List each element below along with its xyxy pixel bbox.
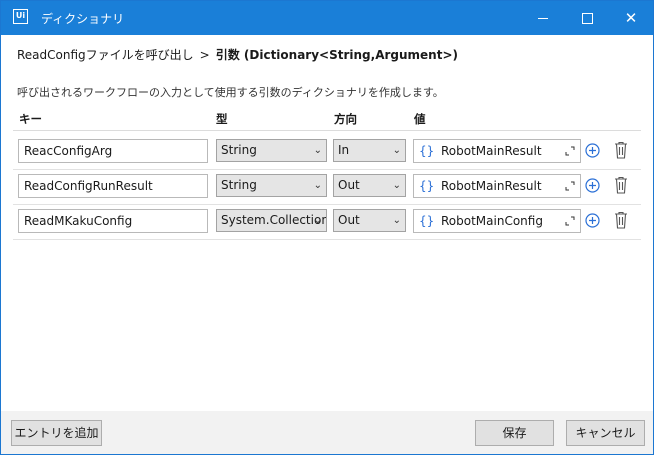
argument-direction-value: In: [338, 143, 350, 157]
argument-name-input[interactable]: ReacConfigArg: [18, 139, 208, 163]
argument-value-text: RobotMainResult: [441, 179, 542, 193]
argument-direction-value: Out: [338, 178, 360, 192]
add-value-icon[interactable]: [585, 143, 600, 158]
argument-type-value: String: [221, 178, 257, 192]
argument-type-value: String: [221, 143, 257, 157]
argument-value-text: RobotMainConfig: [441, 214, 543, 228]
breadcrumb-parent[interactable]: ReadConfigファイルを呼び出し: [17, 48, 194, 62]
column-header-type: 型: [216, 112, 228, 126]
minimize-button[interactable]: [521, 1, 565, 35]
argument-value-input[interactable]: {} RobotMainResult: [413, 139, 581, 163]
minimize-icon: [538, 17, 548, 19]
chevron-down-icon: ⌄: [313, 215, 322, 226]
argument-value-input[interactable]: {} RobotMainConfig: [413, 209, 581, 233]
chevron-down-icon: ⌄: [392, 215, 401, 226]
add-value-icon[interactable]: [585, 213, 600, 228]
close-icon: ✕: [624, 8, 638, 27]
window-title: ディクショナリ: [41, 12, 125, 26]
add-value-icon[interactable]: [585, 178, 600, 193]
argument-type-value: System.Collection: [221, 213, 327, 227]
close-button[interactable]: ✕: [609, 1, 653, 35]
header-divider: [13, 130, 641, 131]
argument-direction-select[interactable]: Out ⌄: [333, 209, 406, 232]
chevron-down-icon: ⌄: [313, 180, 322, 191]
expand-editor-icon[interactable]: [565, 216, 575, 226]
expand-editor-icon[interactable]: [565, 181, 575, 191]
expand-editor-icon[interactable]: [565, 146, 575, 156]
title-bar: Ui ディクショナリ ✕: [1, 1, 653, 35]
trash-icon[interactable]: [614, 176, 628, 194]
breadcrumb-separator: >: [199, 48, 210, 62]
argument-name-input[interactable]: ReadConfigRunResult: [18, 174, 208, 198]
expression-braces-icon: {}: [419, 214, 435, 228]
maximize-icon: [581, 12, 593, 24]
expression-braces-icon: {}: [419, 144, 435, 158]
argument-name-input[interactable]: ReadMKakuConfig: [18, 209, 208, 233]
argument-type-select[interactable]: String ⌄: [216, 174, 327, 197]
expression-braces-icon: {}: [419, 179, 435, 193]
save-button[interactable]: 保存: [475, 420, 554, 446]
argument-value-input[interactable]: {} RobotMainResult: [413, 174, 581, 198]
dialog-description: 呼び出されるワークフローの入力として使用する引数のディクショナリを作成します。: [17, 86, 444, 99]
uipath-logo-icon: Ui: [13, 9, 28, 24]
argument-row: ReacConfigArg String ⌄ In ⌄ {} RobotMain…: [13, 134, 641, 170]
breadcrumb-current: 引数 (Dictionary<String,Argument>): [215, 48, 458, 62]
chevron-down-icon: ⌄: [313, 145, 322, 156]
dialog-footer: エントリを追加 保存 キャンセル: [1, 411, 653, 454]
argument-direction-select[interactable]: In ⌄: [333, 139, 406, 162]
argument-type-select[interactable]: System.Collection ⌄: [216, 209, 327, 232]
argument-row: ReadMKakuConfig System.Collection ⌄ Out …: [13, 204, 641, 240]
dictionary-dialog: Ui ディクショナリ ✕ ReadConfigファイルを呼び出し > 引数 (Dic…: [0, 0, 654, 455]
cancel-button[interactable]: キャンセル: [566, 420, 645, 446]
column-header-key: キー: [19, 112, 42, 126]
argument-direction-select[interactable]: Out ⌄: [333, 174, 406, 197]
breadcrumb: ReadConfigファイルを呼び出し > 引数 (Dictionary<Strin…: [17, 46, 458, 63]
add-entry-button[interactable]: エントリを追加: [11, 420, 102, 446]
trash-icon[interactable]: [614, 211, 628, 229]
column-header-direction: 方向: [334, 112, 357, 126]
column-header-value: 値: [414, 112, 426, 126]
argument-row: ReadConfigRunResult String ⌄ Out ⌄ {} Ro…: [13, 169, 641, 205]
chevron-down-icon: ⌄: [392, 145, 401, 156]
trash-icon[interactable]: [614, 141, 628, 159]
argument-direction-value: Out: [338, 213, 360, 227]
chevron-down-icon: ⌄: [392, 180, 401, 191]
maximize-button[interactable]: [565, 1, 609, 35]
argument-value-text: RobotMainResult: [441, 144, 542, 158]
argument-type-select[interactable]: String ⌄: [216, 139, 327, 162]
